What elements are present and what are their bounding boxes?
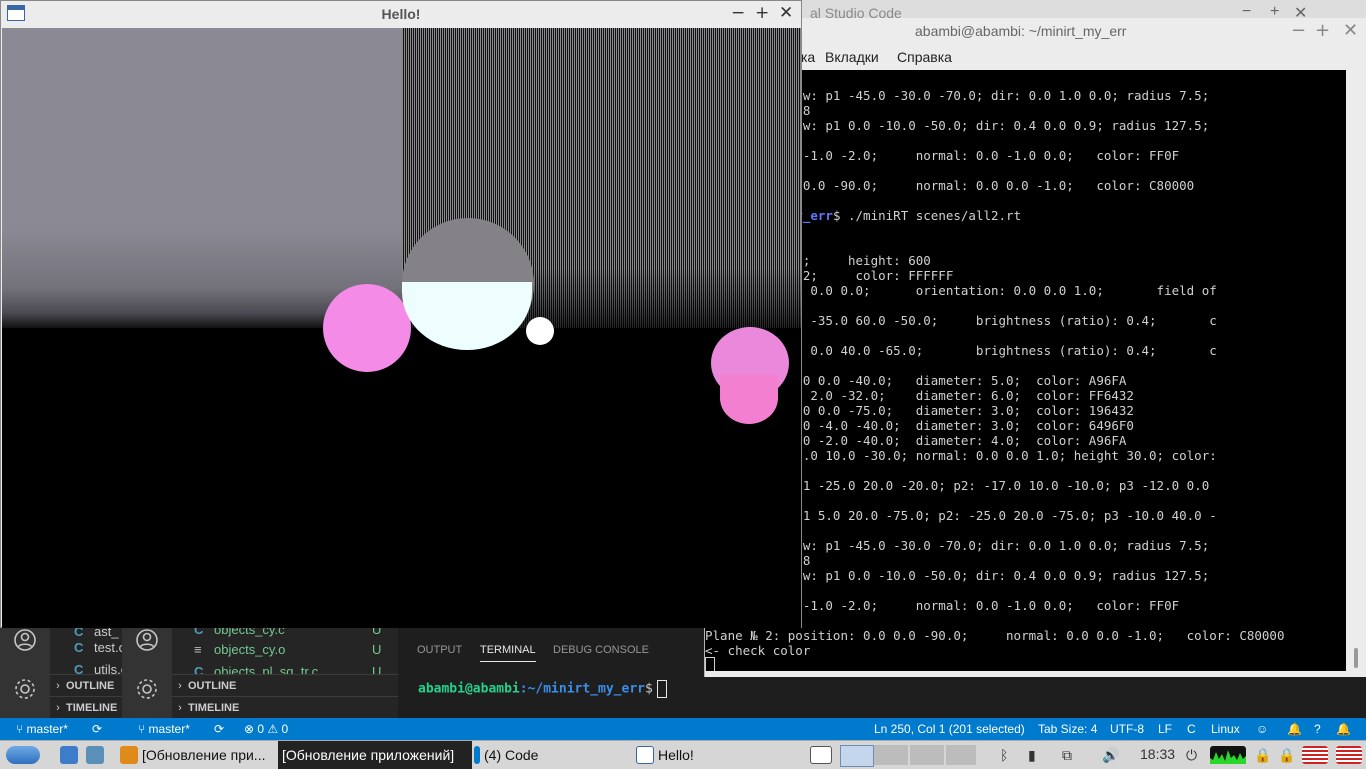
terminal-line: Plane № 2: position: 0.0 0.0 -90.0; norm… <box>705 628 1285 643</box>
scrollbar-thumb[interactable] <box>1354 648 1358 668</box>
workspace-4[interactable] <box>946 745 976 765</box>
close-icon[interactable]: ✕ <box>779 3 793 23</box>
outline-section[interactable]: › OUTLINE <box>50 674 122 697</box>
git-branch-item-2[interactable]: ⑂ master* <box>138 721 190 737</box>
terminal-line: <- check color <box>705 643 811 658</box>
problems-indicator[interactable]: ⊗ 0 ⚠ 0 <box>244 721 288 737</box>
notifications-bell-icon[interactable]: 🔔 <box>1287 721 1302 737</box>
bottom-panel: OUTPUT TERMINAL DEBUG CONSOLE abambi@aba… <box>398 628 704 718</box>
timeline-section[interactable]: › TIMELINE <box>172 696 398 718</box>
maximize-icon[interactable]: + <box>1315 20 1330 41</box>
pink-sphere-right-lower <box>720 374 778 424</box>
workspace-switcher[interactable] <box>838 741 978 769</box>
network-manager-icon[interactable] <box>86 746 104 764</box>
branch-icon: ⑂ <box>16 722 27 736</box>
activity-bar-2 <box>122 628 172 718</box>
volume-icon[interactable]: 🔊 <box>1102 747 1119 764</box>
pale-cyan-sphere <box>402 282 532 350</box>
bluetooth-icon[interactable]: ᛒ <box>1000 747 1008 763</box>
terminal-scrollbar[interactable] <box>1346 70 1366 671</box>
terminal-window: abambi@abambi: ~/minirt_my_err − + ✕ ка … <box>704 18 1366 677</box>
activity-bar <box>0 628 50 718</box>
pink-sphere-left <box>323 284 411 372</box>
raytrace-render <box>2 28 801 628</box>
taskbar-item-hello[interactable]: Hello! <box>632 741 802 769</box>
hello-window: Hello! − + ✕ <box>0 0 802 628</box>
close-icon[interactable]: ✕ <box>1343 20 1358 41</box>
terminal-title: abambi@abambi: ~/minirt_my_err <box>915 23 1127 39</box>
network-icon[interactable]: ⧉ <box>1062 747 1072 764</box>
sync-icon[interactable]: ⟳ <box>92 721 102 737</box>
hello-titlebar: Hello! − + ✕ <box>1 1 801 28</box>
sync-icon[interactable]: ⟳ <box>214 721 224 737</box>
cursor-position[interactable]: Ln 250, Col 1 (201 selected) <box>874 721 1025 737</box>
update-manager-icon <box>120 746 138 764</box>
prompt-command: ./miniRT scenes/all2.rt <box>840 208 1022 223</box>
language-mode[interactable]: C <box>1187 721 1196 737</box>
encoding[interactable]: UTF-8 <box>1110 721 1144 737</box>
chevron-right-icon: › <box>178 702 182 714</box>
file-item[interactable]: ≡ objects_cy.o U <box>194 639 394 661</box>
chevron-right-icon: › <box>178 680 182 692</box>
tab-terminal[interactable]: TERMINAL <box>480 644 536 662</box>
account-icon[interactable] <box>134 628 160 654</box>
terminal-menubar: ка Вкладки Справка <box>705 44 1366 70</box>
help-icon[interactable]: ? <box>1314 721 1321 737</box>
render-background-left <box>2 28 402 328</box>
menu-tabs[interactable]: Вкладки <box>825 49 879 65</box>
explorer-panel-left: Cast_ Ctest.c Cutils.c ›OUTLINE ›TIMELIN… <box>50 628 122 718</box>
file-manager-icon[interactable] <box>60 746 78 764</box>
keyboard-layout-flag-icon[interactable] <box>1302 746 1328 764</box>
outline-section[interactable]: › OUTLINE <box>172 674 398 697</box>
menu-terminal[interactable]: ка <box>801 49 815 65</box>
keyboard-layout-flag-icon[interactable] <box>1336 746 1362 764</box>
minimize-icon[interactable]: − <box>731 3 745 23</box>
workspace-3[interactable] <box>910 745 944 765</box>
terminal-prompt[interactable]: abambi@abambi:~/minirt_my_err$ <box>418 680 667 698</box>
power-icon[interactable]: ⏻ <box>1186 747 1197 764</box>
workspace-1[interactable] <box>840 745 874 767</box>
timeline-section[interactable]: › TIMELINE <box>50 696 122 718</box>
tab-size[interactable]: Tab Size: 4 <box>1038 721 1097 737</box>
settings-gear-icon[interactable] <box>134 677 160 703</box>
explorer-panel-right: Cobjects_cy.c U ≡ objects_cy.o U Cobjects_p… <box>172 628 398 718</box>
file-item[interactable]: Ctest.c <box>74 637 122 659</box>
terminal-titlebar: abambi@abambi: ~/minirt_my_err − + ✕ <box>705 18 1366 44</box>
desktop-pager-icon[interactable] <box>810 746 832 764</box>
lock-screen-icon[interactable]: 🔒 <box>1254 747 1271 764</box>
maximize-icon[interactable]: + <box>755 3 769 23</box>
vscode-icon <box>474 746 480 764</box>
git-branch-item[interactable]: ⑂ master* <box>16 721 68 737</box>
taskbar-item-update[interactable]: [Обновление при... <box>116 741 276 769</box>
settings-gear-icon[interactable] <box>12 677 38 703</box>
line-endings[interactable]: LF <box>1158 721 1172 737</box>
start-menu-icon[interactable] <box>6 746 40 764</box>
notifications-bell-icon[interactable]: 🔔 <box>1336 721 1351 737</box>
battery-icon[interactable]: ▮ <box>1028 747 1036 764</box>
terminal-cursor <box>705 657 715 671</box>
chevron-right-icon: › <box>56 702 60 714</box>
menu-help[interactable]: Справка <box>897 49 952 65</box>
workspace-2[interactable] <box>874 745 908 765</box>
tab-debug-console[interactable]: DEBUG CONSOLE <box>553 644 649 661</box>
taskbar-item-update-active[interactable]: [Обновление приложений] <box>278 741 472 769</box>
taskbar-item-code[interactable]: (4) Code <box>474 741 628 769</box>
window-app-icon <box>636 746 654 764</box>
tab-output[interactable]: OUTPUT <box>417 644 462 661</box>
platform[interactable]: Linux <box>1211 721 1240 737</box>
chevron-right-icon: › <box>56 680 60 692</box>
terminal-cursor <box>656 680 667 698</box>
small-white-sphere <box>526 317 554 345</box>
cpu-monitor-icon <box>1210 746 1246 764</box>
window-title: Hello! <box>381 6 421 22</box>
branch-icon: ⑂ <box>138 722 149 736</box>
account-icon[interactable] <box>12 628 38 654</box>
feedback-icon[interactable]: ☺ <box>1256 721 1268 737</box>
status-bar: ⑂ master* ⟳ ⑂ master* ⟳ ⊗ 0 ⚠ 0 Ln 250, … <box>0 718 1366 740</box>
minimize-icon[interactable]: − <box>1291 20 1306 41</box>
clock[interactable]: 18:33 <box>1140 746 1175 762</box>
lock-icon[interactable]: 🔒 <box>1278 747 1295 764</box>
taskbar: [Обновление при... [Обновление приложени… <box>0 740 1366 769</box>
